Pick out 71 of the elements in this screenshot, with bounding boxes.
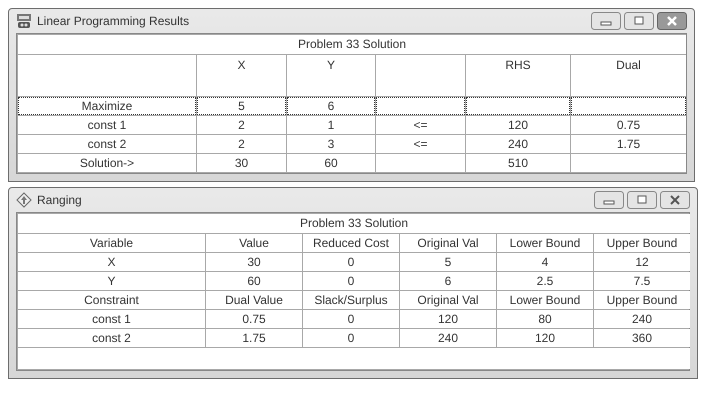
- table-cell: Solution->: [18, 154, 196, 172]
- table-cell: Value: [206, 234, 302, 252]
- table-cell: 0: [303, 329, 399, 347]
- table-cell: 30: [197, 154, 286, 172]
- grid-title: Problem 33 Solution: [18, 35, 686, 54]
- table-cell: Variable: [18, 234, 205, 252]
- table-cell: 3: [287, 135, 375, 153]
- table-cell: <=: [376, 116, 465, 134]
- table-cell: Slack/Surplus: [303, 291, 399, 309]
- table-cell: 0: [303, 253, 399, 271]
- table-cell: Constraint: [18, 291, 205, 309]
- table-cell: Upper Bound: [594, 234, 690, 252]
- table-cell: 80: [497, 310, 593, 328]
- grid-title: Problem 33 Solution: [18, 214, 690, 233]
- diamond-icon: [16, 192, 32, 208]
- table-cell: 12: [594, 253, 690, 271]
- table-cell: Maximize: [18, 97, 196, 115]
- app-logo-icon: [16, 13, 32, 29]
- table-cell: 120: [466, 116, 570, 134]
- table-cell: 240: [466, 135, 570, 153]
- restore-button[interactable]: [624, 12, 654, 30]
- table-cell: 1.75: [206, 329, 302, 347]
- close-button[interactable]: [657, 12, 687, 30]
- window-title: Ranging: [37, 193, 82, 207]
- table-cell: 360: [594, 329, 690, 347]
- table-cell: Dual Value: [206, 291, 302, 309]
- table-cell: <=: [376, 135, 465, 153]
- table-cell: 7.5: [594, 272, 690, 290]
- table-cell: Original Val: [400, 291, 496, 309]
- table-cell: 6: [400, 272, 496, 290]
- table-cell: 2: [197, 116, 286, 134]
- window-title: Linear Programming Results: [37, 14, 190, 28]
- table-cell: 120: [497, 329, 593, 347]
- table-cell: Reduced Cost: [303, 234, 399, 252]
- table-cell: 2.5: [497, 272, 593, 290]
- table-cell: Lower Bound: [497, 291, 593, 309]
- table-cell: 120: [400, 310, 496, 328]
- table-cell: 2: [197, 135, 286, 153]
- minimize-button[interactable]: [594, 191, 624, 209]
- table-cell: Upper Bound: [594, 291, 690, 309]
- table-cell: 4: [497, 253, 593, 271]
- table-cell: 1.75: [571, 135, 686, 153]
- table-cell: 0: [303, 272, 399, 290]
- minimize-button[interactable]: [591, 12, 621, 30]
- table-cell: Original Val: [400, 234, 496, 252]
- close-button[interactable]: [660, 191, 690, 209]
- table-cell: const 1: [18, 116, 196, 134]
- column-header: Dual: [571, 55, 686, 96]
- table-cell: X: [18, 253, 205, 271]
- table-cell: 30: [206, 253, 302, 271]
- table-cell: 6: [287, 97, 375, 115]
- table-cell: const 1: [18, 310, 205, 328]
- table-cell: Y: [18, 272, 205, 290]
- restore-button[interactable]: [627, 191, 657, 209]
- table-cell: 1: [287, 116, 375, 134]
- table-cell: 60: [287, 154, 375, 172]
- table-cell: 0: [303, 310, 399, 328]
- column-header: Y: [287, 55, 375, 96]
- table-cell: 240: [594, 310, 690, 328]
- table-cell: 510: [466, 154, 570, 172]
- table-cell: 5: [197, 97, 286, 115]
- column-header: X: [197, 55, 286, 96]
- table-cell: 5: [400, 253, 496, 271]
- table-cell: Lower Bound: [497, 234, 593, 252]
- table-cell: 60: [206, 272, 302, 290]
- table-cell: const 2: [18, 329, 205, 347]
- table-cell: const 2: [18, 135, 196, 153]
- table-cell: 0.75: [571, 116, 686, 134]
- column-header: RHS: [466, 55, 570, 96]
- table-cell: 240: [400, 329, 496, 347]
- table-cell: 0.75: [206, 310, 302, 328]
